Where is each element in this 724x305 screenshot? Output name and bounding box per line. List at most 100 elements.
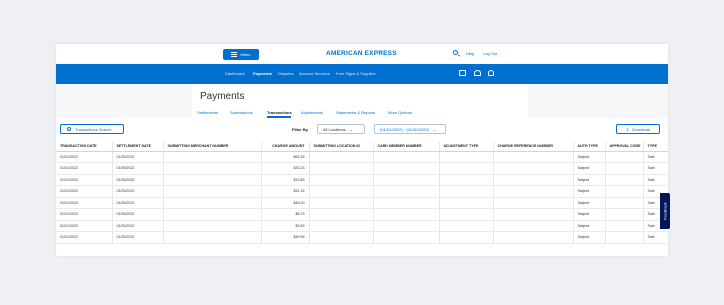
cell-merchant-number xyxy=(163,220,262,232)
page-title: Payments xyxy=(200,91,245,102)
table-row[interactable]: 01/01/2022 01/05/2022 $3.69 Swiped Sale xyxy=(56,220,668,232)
cell-approval-code xyxy=(605,220,644,232)
cell-charge-reference-number xyxy=(493,151,574,163)
main-nav: Dashboard Payments Disputes Account Serv… xyxy=(56,64,668,84)
cell-location-id xyxy=(309,174,374,186)
tab-submissions[interactable]: Submissions xyxy=(230,110,253,115)
table-row[interactable]: 01/01/2022 01/05/2022 $8.79 Swiped Sale xyxy=(56,208,668,221)
cell-adjustment-type xyxy=(439,208,494,221)
cell-card-member-number xyxy=(373,162,440,175)
feedback-tab[interactable]: Feedback xyxy=(660,193,670,229)
col-charge-amount[interactable]: Charge Amount xyxy=(261,142,310,152)
tab-more-options[interactable]: More Options xyxy=(388,110,412,115)
cell-merchant-number xyxy=(163,185,262,198)
cell-charge-amount: $30.23 xyxy=(261,162,310,175)
date-range-value: (01/01/2022) - (01/30/2022) xyxy=(380,126,429,132)
cell-adjustment-type xyxy=(439,162,494,175)
payments-card: Payments Settlements Submissions Transac… xyxy=(192,84,528,118)
nav-disputes[interactable]: Disputes xyxy=(278,71,294,76)
filter-by-label: Filter By xyxy=(292,127,309,132)
table-header-row: Transaction Date Settlement Date Submitt… xyxy=(56,142,668,152)
cell-card-member-number xyxy=(373,231,440,244)
cell-auth-type: Swiped xyxy=(573,231,606,244)
table-row[interactable]: 01/01/2022 01/05/2022 $45.00 Swiped Sale xyxy=(56,197,668,209)
location-dropdown[interactable]: All Locations ⌄ xyxy=(317,124,365,134)
brand-logo[interactable]: AMERICAN EXPRESS xyxy=(326,50,397,57)
cell-approval-code xyxy=(605,162,644,175)
cell-charge-amount: $61.59 xyxy=(261,151,310,163)
search-icon[interactable] xyxy=(453,50,458,55)
cell-charge-amount: $8.79 xyxy=(261,208,310,221)
col-approval-code[interactable]: Approval Code xyxy=(605,142,644,152)
download-button[interactable]: ↧ Download xyxy=(616,124,660,134)
col-type[interactable]: Type xyxy=(643,142,668,152)
tab-settlements[interactable]: Settlements xyxy=(197,110,218,115)
nav-free-signs-supplies[interactable]: Free Signs & Supplies xyxy=(336,71,376,76)
cell-auth-type: Swiped xyxy=(573,162,606,175)
cell-transaction-date: 01/01/2022 xyxy=(56,162,113,175)
table-row[interactable]: 01/01/2022 01/05/2022 $19.89 Swiped Sale xyxy=(56,174,668,186)
cell-card-member-number xyxy=(373,151,440,163)
cell-type: Sale xyxy=(643,174,668,186)
cell-transaction-date: 01/01/2022 xyxy=(56,174,113,186)
cell-location-id xyxy=(309,231,374,244)
col-charge-reference-number[interactable]: Charge Reference Number xyxy=(493,142,574,152)
col-card-member-number[interactable]: Card Member Number xyxy=(373,142,440,152)
cell-charge-amount: $45.00 xyxy=(261,197,310,209)
cell-settlement-date: 01/05/2022 xyxy=(112,220,164,232)
cell-approval-code xyxy=(605,174,644,186)
cell-merchant-number xyxy=(163,151,262,163)
chevron-down-icon: ⌄ xyxy=(432,126,437,132)
col-submitting-location-id[interactable]: Submitting Location ID xyxy=(309,142,374,152)
cell-auth-type: Swiped xyxy=(573,208,606,221)
cell-settlement-date: 01/05/2022 xyxy=(112,197,164,209)
col-submitting-merchant-number[interactable]: Submitting Merchant Number xyxy=(163,142,262,152)
col-adjustment-type[interactable]: Adjustment Type xyxy=(439,142,494,152)
mail-icon[interactable] xyxy=(459,70,466,76)
nav-payments[interactable]: Payments xyxy=(253,71,272,76)
table-row[interactable]: 01/01/2022 01/05/2022 $49.59 Swiped Sale xyxy=(56,231,668,244)
cell-auth-type: Swiped xyxy=(573,220,606,232)
col-auth-type[interactable]: Auth Type xyxy=(573,142,606,152)
logout-link[interactable]: Log Out xyxy=(483,51,497,56)
cell-type: Sale xyxy=(643,151,668,163)
bell-icon[interactable] xyxy=(488,70,494,76)
col-transaction-date[interactable]: Transaction Date xyxy=(56,142,113,152)
cell-merchant-number xyxy=(163,197,262,209)
cell-charge-amount: $19.89 xyxy=(261,174,310,186)
download-icon: ↧ xyxy=(625,126,630,132)
menu-label: Menu xyxy=(240,52,251,57)
cell-location-id xyxy=(309,162,374,175)
menu-button[interactable]: Menu xyxy=(223,49,259,60)
date-range-dropdown[interactable]: (01/01/2022) - (01/30/2022) ⌄ xyxy=(374,124,446,134)
filter-bar: Transactions Search Filter By All Locati… xyxy=(56,124,668,138)
cell-card-member-number xyxy=(373,208,440,221)
cell-auth-type: Swiped xyxy=(573,185,606,198)
cell-charge-amount: $3.69 xyxy=(261,220,310,232)
cell-card-member-number xyxy=(373,197,440,209)
search-icon xyxy=(67,127,71,131)
cell-settlement-date: 01/05/2022 xyxy=(112,231,164,244)
tab-statements-reports[interactable]: Statements & Reports xyxy=(336,110,375,115)
table-row[interactable]: 01/01/2022 01/05/2022 $61.59 Swiped Sale xyxy=(56,151,668,163)
cell-merchant-number xyxy=(163,162,262,175)
nav-account-services[interactable]: Account Services xyxy=(299,71,330,76)
tab-adjustments[interactable]: Adjustments xyxy=(301,110,323,115)
tab-transactions[interactable]: Transactions xyxy=(267,110,292,115)
table-row[interactable]: 01/01/2022 01/05/2022 $31.16 Swiped Sale xyxy=(56,185,668,198)
cell-charge-reference-number xyxy=(493,185,574,198)
table-row[interactable]: 01/01/2022 01/05/2022 $30.23 Swiped Sale xyxy=(56,162,668,175)
cell-charge-reference-number xyxy=(493,231,574,244)
transactions-search-label: Transactions Search xyxy=(75,126,112,132)
cell-transaction-date: 01/01/2022 xyxy=(56,151,113,163)
col-settlement-date[interactable]: Settlement Date xyxy=(112,142,164,152)
cell-auth-type: Swiped xyxy=(573,151,606,163)
cell-settlement-date: 01/05/2022 xyxy=(112,151,164,163)
help-link[interactable]: Help xyxy=(466,51,474,56)
profile-icon[interactable] xyxy=(474,70,481,76)
location-value: All Locations xyxy=(323,126,346,132)
transactions-search-button[interactable]: Transactions Search xyxy=(60,124,124,134)
nav-dashboard[interactable]: Dashboard xyxy=(225,71,245,76)
cell-charge-reference-number xyxy=(493,174,574,186)
cell-settlement-date: 01/05/2022 xyxy=(112,208,164,221)
